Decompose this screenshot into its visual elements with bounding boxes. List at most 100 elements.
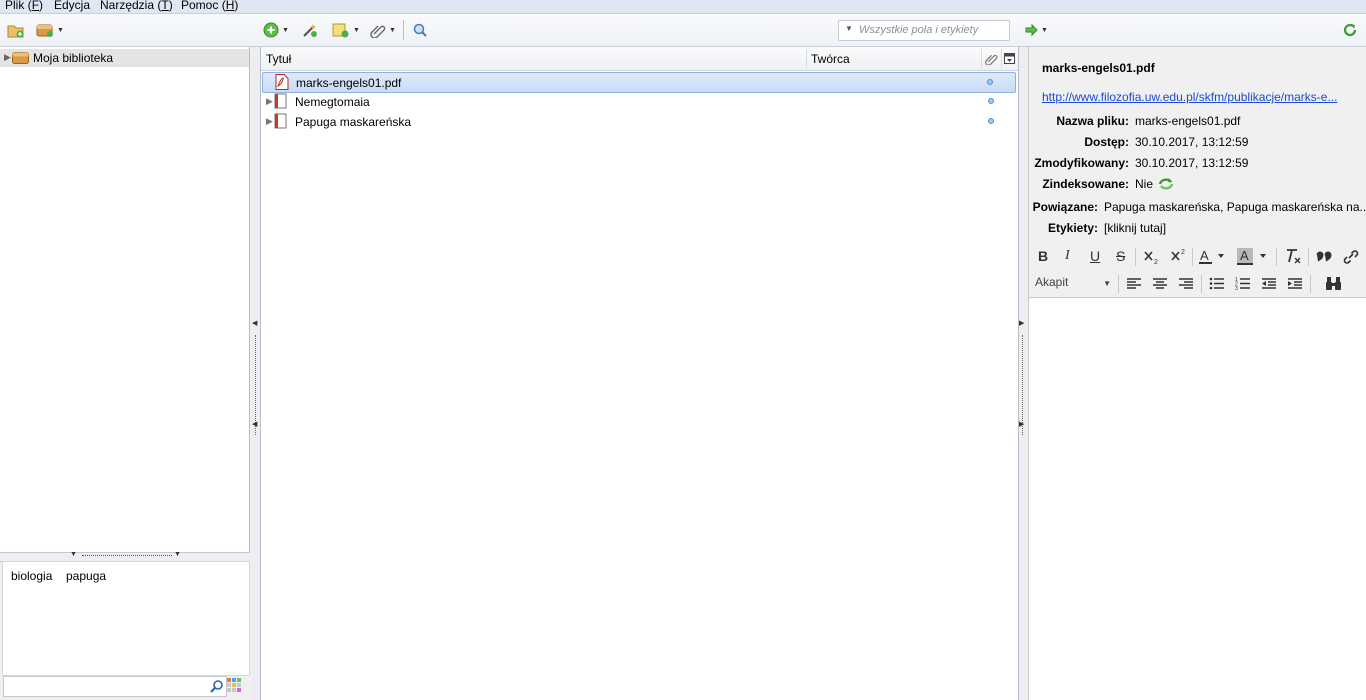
plus-circle-icon <box>263 22 279 38</box>
attachment-status-icon[interactable] <box>988 98 994 104</box>
book-icon <box>274 113 287 129</box>
menu-tools-label: Narzędzia <box>100 0 155 12</box>
advanced-search-button[interactable] <box>412 21 428 39</box>
column-creator[interactable]: Twórca <box>811 52 850 66</box>
column-divider[interactable] <box>1001 49 1002 68</box>
locate-button[interactable]: ▼ <box>1024 21 1048 39</box>
menu-file-label: Plik <box>5 0 25 12</box>
menu-file[interactable]: Plik (F) <box>5 0 43 12</box>
align-right-icon[interactable] <box>1178 277 1194 290</box>
chevron-down-icon: ▼ <box>389 26 396 34</box>
strikethrough-button[interactable]: S <box>1116 248 1125 264</box>
highlight-color-icon[interactable]: A <box>1237 248 1269 266</box>
numbered-list-icon[interactable]: 123 <box>1235 276 1251 290</box>
add-attachment-button[interactable]: ▼ <box>370 21 396 39</box>
find-replace-icon[interactable] <box>1326 276 1342 291</box>
tag-selector: biologia papuga <box>2 561 250 676</box>
sync-icon <box>1343 23 1357 37</box>
search-box: ▼ <box>838 20 1010 41</box>
right-splitter[interactable]: ▶ ▶ <box>1018 47 1027 700</box>
tag-filter-input[interactable] <box>4 677 200 694</box>
item-title: marks-engels01.pdf <box>296 76 402 90</box>
left-splitter[interactable]: ◀ ◀ <box>251 47 260 700</box>
table-row[interactable]: marks-engels01.pdf <box>262 72 1016 93</box>
column-picker-icon[interactable] <box>1004 53 1015 64</box>
library-add-icon <box>36 24 53 37</box>
field-label-accessed: Dostęp: <box>1084 135 1129 149</box>
menu-file-key: F <box>31 0 40 12</box>
collections-pane: ▶ Moja biblioteka <box>0 47 250 552</box>
toolbar-separator <box>1276 248 1277 266</box>
twisty-icon[interactable]: ▶ <box>266 96 273 107</box>
clear-formatting-icon[interactable] <box>1285 248 1303 265</box>
outdent-icon[interactable] <box>1261 277 1277 290</box>
field-value-indexed: Nie <box>1135 177 1154 191</box>
menu-help-label: Pomoc <box>181 0 219 12</box>
chevron-down-icon: ▼ <box>353 26 360 34</box>
collection-my-library[interactable]: ▶ Moja biblioteka <box>0 49 249 67</box>
tag-biologia[interactable]: biologia <box>11 569 52 583</box>
sync-button[interactable] <box>1342 21 1358 39</box>
new-library-button[interactable]: ▼ <box>36 21 64 39</box>
toolbar-separator <box>1135 248 1136 266</box>
collapse-arrow-icon: ▼ <box>70 551 77 558</box>
chevron-down-icon: ▼ <box>282 26 289 34</box>
tag-actions-icon[interactable] <box>227 678 241 692</box>
subscript-icon[interactable]: 2 <box>1143 249 1161 265</box>
field-value-accessed: 30.10.2017, 13:12:59 <box>1135 135 1249 149</box>
italic-button[interactable]: I <box>1065 248 1070 264</box>
search-mode-dropdown-icon[interactable]: ▼ <box>845 24 853 33</box>
new-note-button[interactable]: ▼ <box>332 21 360 39</box>
paragraph-format-select[interactable]: Akapit ▼ <box>1035 275 1111 292</box>
menu-help-key: H <box>225 0 235 12</box>
attachments-column-icon[interactable] <box>985 52 998 65</box>
text-color-icon[interactable]: A <box>1199 248 1227 266</box>
superscript-icon[interactable]: 2 <box>1170 247 1188 263</box>
attachment-status-icon[interactable] <box>987 79 993 85</box>
column-divider[interactable] <box>806 49 807 68</box>
search-input[interactable] <box>859 22 1004 37</box>
menu-bar: Plik (F) Edycja Narzędzia (T) Pomoc (H) <box>0 0 1366 14</box>
paperclip-icon <box>370 25 386 38</box>
bold-button[interactable]: B <box>1038 248 1048 264</box>
attachment-title[interactable]: marks-engels01.pdf <box>1042 61 1155 75</box>
menu-help[interactable]: Pomoc (H) <box>181 0 238 12</box>
svg-text:A: A <box>1200 248 1209 263</box>
field-value-tags[interactable]: [kliknij tutaj] <box>1104 221 1166 235</box>
menu-edit[interactable]: Edycja <box>54 0 90 12</box>
menu-tools[interactable]: Narzędzia (T) <box>100 0 173 12</box>
tag-papuga[interactable]: papuga <box>66 569 106 583</box>
field-label-modified: Zmodyfikowany: <box>1034 156 1129 170</box>
magnifier-icon <box>413 23 427 37</box>
magic-wand-icon <box>303 24 317 37</box>
toolbar-separator <box>1192 248 1193 266</box>
new-collection-button[interactable] <box>7 21 25 39</box>
align-left-icon[interactable] <box>1126 277 1142 290</box>
field-value-related[interactable]: Papuga maskareńska, Papuga maskareńska n… <box>1104 200 1366 214</box>
svg-text:2: 2 <box>1181 249 1185 256</box>
table-row[interactable]: ▶ Papuga maskareńska <box>262 112 1016 131</box>
table-row[interactable]: ▶ Nemegtomaia <box>262 92 1016 111</box>
note-editor-body[interactable] <box>1028 298 1366 700</box>
attachment-status-icon[interactable] <box>988 118 994 124</box>
align-center-icon[interactable] <box>1152 277 1168 290</box>
collapse-left-icon: ◀ <box>252 421 258 428</box>
chevron-down-icon: ▼ <box>57 26 64 34</box>
link-icon[interactable] <box>1342 249 1360 265</box>
column-divider[interactable] <box>981 49 982 68</box>
indent-icon[interactable] <box>1287 277 1303 290</box>
collapse-right-icon: ▶ <box>1019 320 1025 327</box>
field-value-filename[interactable]: marks-engels01.pdf <box>1135 114 1240 128</box>
new-item-button[interactable]: ▼ <box>263 21 289 39</box>
reindex-icon[interactable] <box>1157 176 1175 192</box>
add-by-identifier-button[interactable] <box>301 21 319 39</box>
column-title[interactable]: Tytuł <box>266 52 291 66</box>
toolbar-separator <box>1201 275 1202 293</box>
twisty-icon[interactable]: ▶ <box>266 116 273 127</box>
twisty-icon[interactable]: ▶ <box>4 52 11 63</box>
bullet-list-icon[interactable] <box>1209 277 1225 290</box>
underline-button[interactable]: U <box>1090 248 1100 264</box>
blockquote-icon[interactable] <box>1316 249 1334 263</box>
attachment-url-link[interactable]: http://www.filozofia.uw.edu.pl/skfm/publ… <box>1042 90 1337 104</box>
book-icon <box>274 93 287 109</box>
